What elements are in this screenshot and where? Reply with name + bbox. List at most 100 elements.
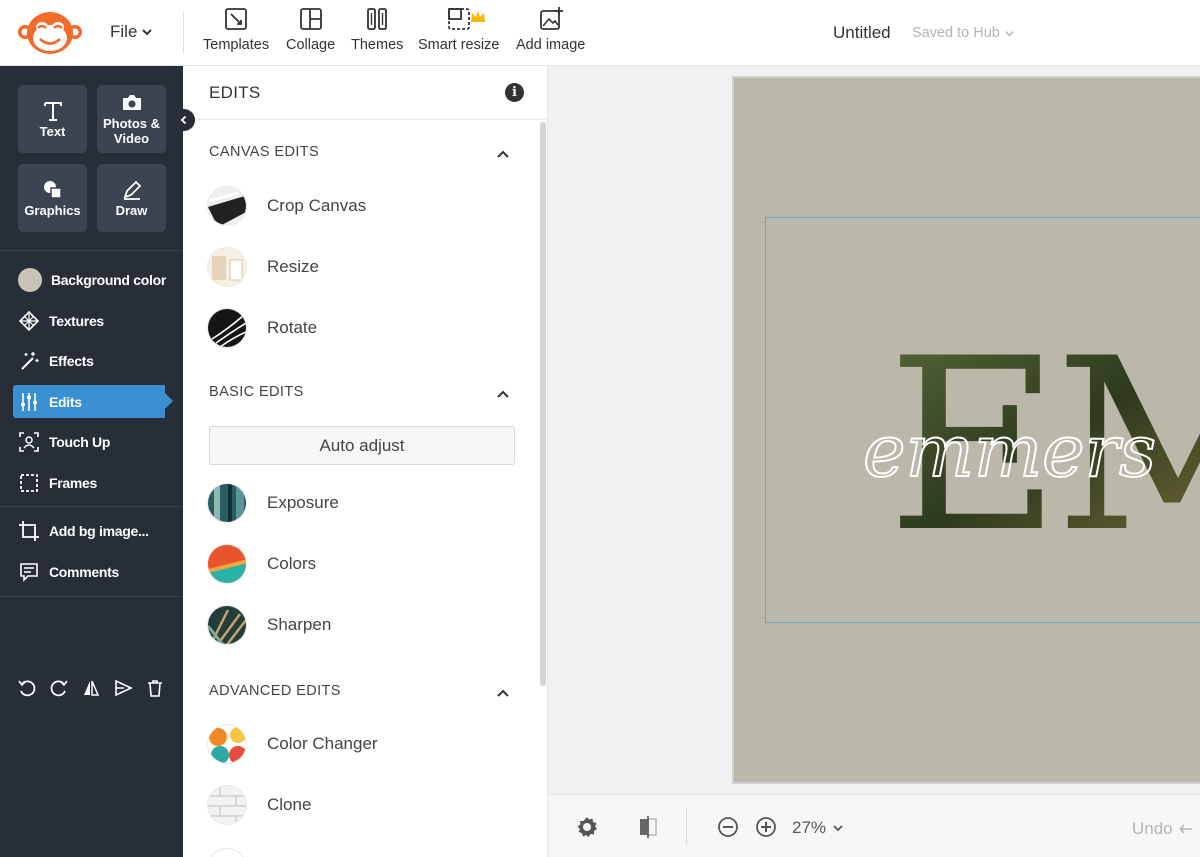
- chevron-up-icon[interactable]: [495, 146, 511, 162]
- themes-label: Themes: [351, 37, 404, 53]
- textures-icon: [18, 310, 40, 331]
- draw-label: Draw: [115, 202, 148, 218]
- sidebar-item-label: Background color: [51, 271, 166, 288]
- sidebar-item-add-bg-image[interactable]: Add bg image...: [13, 514, 171, 547]
- edit-item-label: Resize: [267, 257, 319, 276]
- edit-item-colors[interactable]: Colors: [207, 541, 517, 587]
- sidebar-item-comments[interactable]: Comments: [13, 555, 171, 588]
- comment-icon: [20, 562, 38, 582]
- toolbar-divider: [183, 12, 184, 54]
- chevron-down-icon: [142, 29, 153, 36]
- sidebar-item-frames[interactable]: Frames: [13, 466, 171, 499]
- zoom-in-icon[interactable]: [754, 815, 778, 839]
- collage-label: Collage: [286, 37, 336, 53]
- sidebar-item-edits[interactable]: Edits: [13, 385, 173, 418]
- templates-icon: [225, 8, 247, 30]
- next-edit-thumbnail: [207, 848, 247, 857]
- edits-panel: EDITS i CANVAS EDITS Crop Canvas Resize …: [183, 66, 548, 857]
- panel-title: EDITS: [209, 83, 261, 102]
- top-bar: File Templates Collage Themes Smart resi…: [0, 0, 1200, 66]
- edit-item-label: Sharpen: [267, 615, 332, 634]
- edit-item-sharpen[interactable]: Sharpen: [207, 602, 517, 648]
- add-image-button[interactable]: Add image: [516, 6, 585, 60]
- crop-icon: [19, 520, 39, 541]
- auto-adjust-button[interactable]: Auto adjust: [209, 426, 515, 465]
- graphics-label: Graphics: [24, 202, 81, 218]
- bottom-bar: 27% Undo: [549, 794, 1200, 857]
- graphics-icon: [43, 180, 62, 199]
- save-status-dropdown[interactable]: Saved to Hub: [912, 25, 1015, 41]
- rail-divider: [0, 250, 183, 251]
- collapse-panel-button[interactable]: [173, 109, 195, 131]
- sidebar-item-label: Touch Up: [49, 433, 111, 450]
- sidebar-item-textures[interactable]: Textures: [13, 304, 171, 337]
- info-icon[interactable]: i: [505, 83, 524, 102]
- themes-icon: [367, 8, 388, 30]
- design-text-art[interactable]: EM emmers: [849, 336, 1200, 546]
- pen-icon: [123, 180, 141, 200]
- rotate-right-icon[interactable]: [49, 678, 69, 698]
- add-image-icon: [539, 7, 563, 30]
- crown-icon: [470, 11, 485, 22]
- text-tool-label: Text: [39, 123, 66, 139]
- zoom-out-icon[interactable]: [716, 815, 740, 839]
- sidebar-item-background-color[interactable]: Background color: [13, 263, 171, 296]
- zoom-level-dropdown[interactable]: 27%: [792, 818, 844, 838]
- smart-resize-label: Smart resize: [418, 37, 500, 53]
- graphics-button[interactable]: Graphics: [18, 164, 87, 232]
- photos-video-button[interactable]: Photos & Video: [97, 85, 166, 153]
- add-image-label: Add image: [516, 37, 586, 53]
- collage-button[interactable]: Collage: [286, 6, 335, 60]
- draw-button[interactable]: Draw: [97, 164, 166, 232]
- edit-item-label: Crop Canvas: [267, 196, 367, 215]
- sidebar-item-label: Edits: [49, 393, 82, 410]
- edit-item-resize[interactable]: Resize: [207, 244, 517, 290]
- compare-split-icon[interactable]: [636, 815, 660, 839]
- sidebar-item-touch-up[interactable]: Touch Up: [13, 425, 171, 458]
- rotate-left-icon[interactable]: [17, 678, 37, 698]
- section-title-canvas-edits: CANVAS EDITS: [209, 144, 320, 160]
- edit-item-color-changer[interactable]: Color Changer: [207, 721, 517, 767]
- canvas-actions: [17, 678, 165, 698]
- edit-item-rotate[interactable]: Rotate: [207, 305, 517, 351]
- smart-resize-button[interactable]: Smart resize: [418, 6, 499, 60]
- panel-scrollbar[interactable]: [540, 122, 546, 686]
- themes-button[interactable]: Themes: [351, 6, 403, 60]
- rail-divider: [0, 596, 183, 597]
- chevron-down-icon: [833, 825, 843, 832]
- edit-item-clone[interactable]: Clone: [207, 782, 517, 828]
- edit-item-crop-canvas[interactable]: Crop Canvas: [207, 183, 517, 229]
- send-icon[interactable]: [113, 678, 133, 698]
- chevron-up-icon[interactable]: [495, 685, 511, 701]
- text-tool-button[interactable]: Text: [18, 85, 87, 153]
- settings-gear-icon[interactable]: [575, 815, 599, 839]
- section-title-advanced-edits: ADVANCED EDITS: [209, 683, 341, 699]
- edit-item-label: Color Changer: [267, 734, 378, 753]
- sliders-icon: [21, 392, 37, 411]
- resize-thumbnail: [207, 247, 247, 287]
- color-changer-thumbnail: [207, 724, 247, 764]
- undo-button[interactable]: Undo: [1132, 819, 1193, 839]
- sidebar-item-label: Effects: [49, 352, 94, 369]
- sidebar-item-label: Comments: [49, 563, 119, 580]
- sidebar-item-effects[interactable]: Effects: [13, 344, 171, 377]
- trash-icon[interactable]: [145, 678, 165, 698]
- panel-header: EDITS i: [183, 66, 547, 120]
- frame-icon: [20, 473, 38, 492]
- templates-button[interactable]: Templates: [203, 6, 269, 60]
- chevron-up-icon[interactable]: [495, 386, 511, 402]
- flip-horizontal-icon[interactable]: [81, 678, 101, 698]
- background-color-swatch: [18, 267, 42, 292]
- document-title[interactable]: Untitled: [833, 23, 891, 43]
- face-scan-icon: [19, 431, 39, 452]
- colors-thumbnail: [207, 544, 247, 584]
- file-menu[interactable]: File: [110, 22, 153, 42]
- monkey-logo-icon[interactable]: [16, 8, 84, 58]
- sharpen-thumbnail: [207, 605, 247, 645]
- edit-item-label: Rotate: [267, 318, 318, 337]
- canvas-area[interactable]: EM emmers: [549, 66, 1200, 794]
- left-rail: Text Photos & Video Graphics Draw Backgr…: [0, 66, 183, 857]
- edit-item-exposure[interactable]: Exposure: [207, 480, 517, 526]
- rail-divider: [0, 506, 183, 507]
- sidebar-item-label: Frames: [49, 474, 98, 491]
